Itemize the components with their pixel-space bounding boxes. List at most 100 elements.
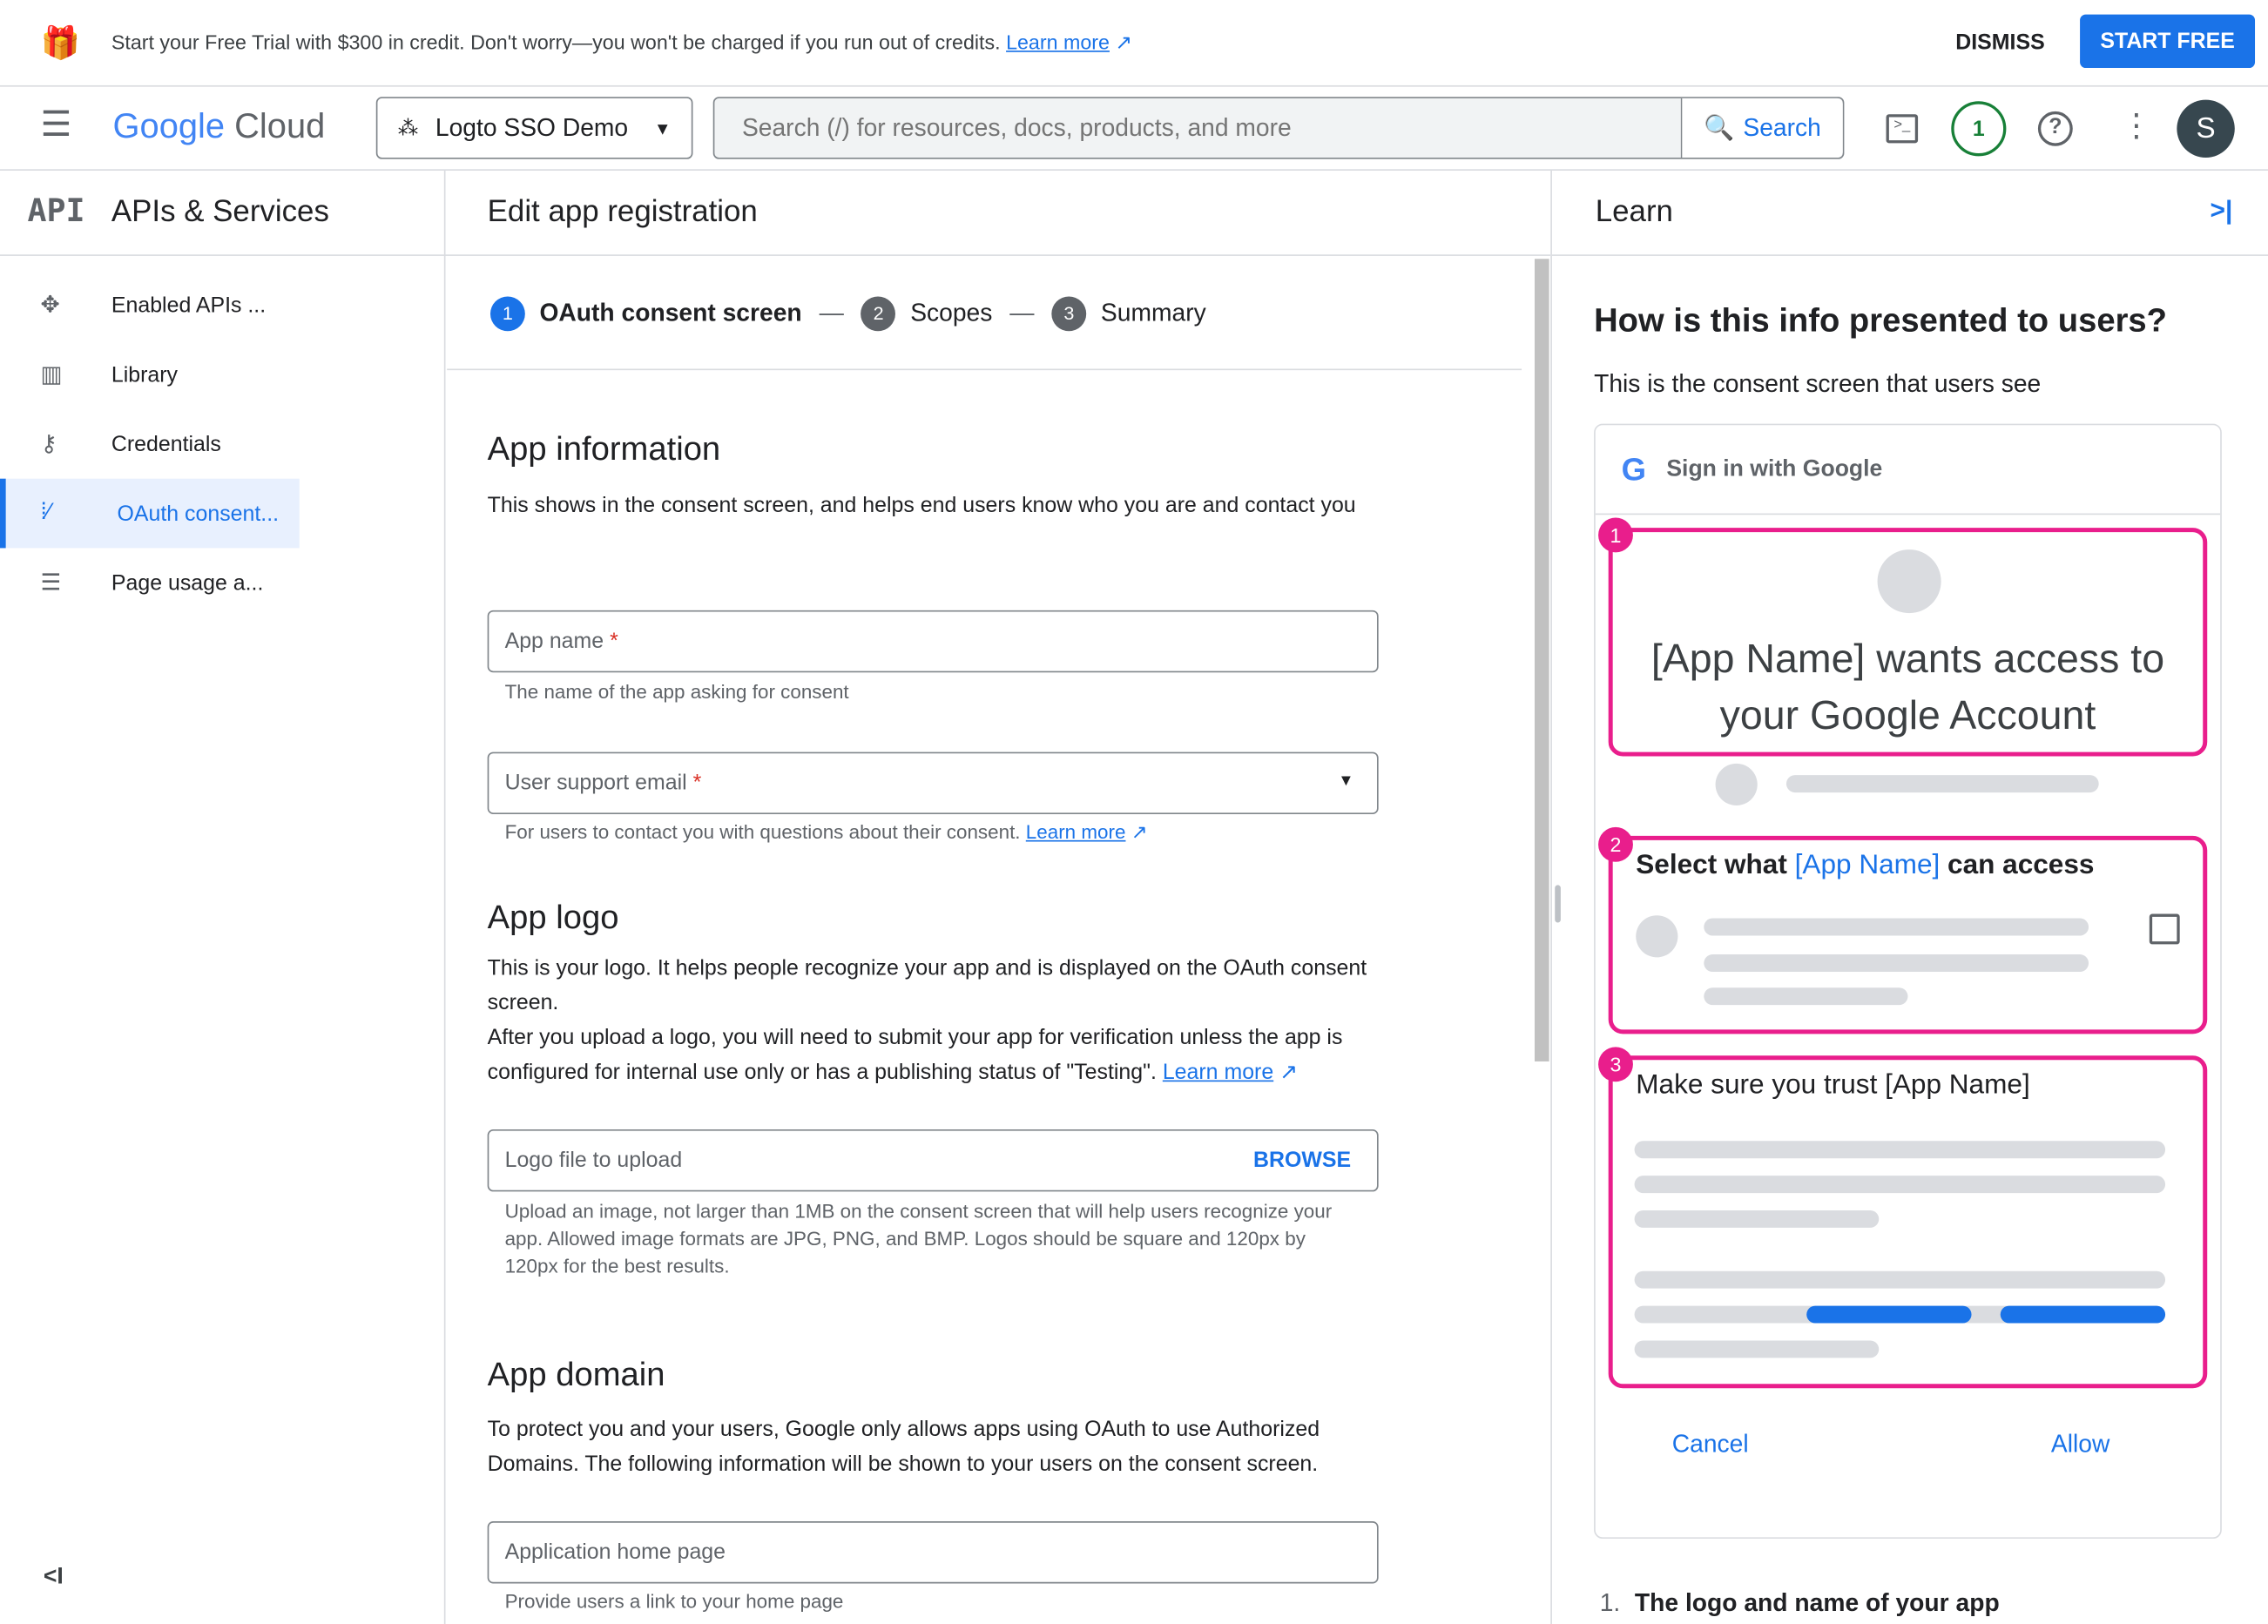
- logo-file-input[interactable]: Logo file to upload BROWSE: [487, 1129, 1379, 1192]
- scope-icon-placeholder: [1636, 915, 1678, 958]
- sidebar-item-oauth-consent[interactable]: ⁞⁄ OAuth consent...: [0, 478, 300, 549]
- placeholder-bar: [1634, 1340, 1880, 1358]
- sidebar-item-page-usage[interactable]: ☰ Page usage a...: [0, 548, 300, 617]
- start-free-button[interactable]: START FREE: [2080, 14, 2256, 69]
- sidebar-item-label: Library: [111, 362, 179, 387]
- app-domain-heading: App domain: [487, 1355, 665, 1393]
- app-domain-description: To protect you and your users, Google on…: [487, 1417, 1320, 1477]
- learn-list-item-1: 1. The logo and name of your app: [1600, 1589, 2000, 1618]
- help-icon[interactable]: ?: [2037, 111, 2073, 146]
- list-text: The logo and name of your app: [1634, 1589, 2000, 1617]
- placeholder-bar: [1704, 918, 2089, 936]
- sidebar-item-credentials[interactable]: ⚷ Credentials: [0, 409, 300, 479]
- search-icon: 🔍: [1704, 113, 1735, 141]
- project-name: Logto SSO Demo: [435, 113, 629, 141]
- external-link-icon: ↗: [1125, 821, 1148, 844]
- sidebar-item-library[interactable]: ▥ Library: [0, 340, 300, 409]
- home-page-hint: Provide users a link to your home page: [504, 1590, 844, 1613]
- avatar[interactable]: S: [2177, 99, 2235, 158]
- required-marker: *: [610, 629, 618, 654]
- preview-box-trust: Make sure you trust [App Name]: [1608, 1055, 2208, 1389]
- app-logo-placeholder: [1877, 549, 1941, 614]
- required-marker: *: [692, 771, 702, 796]
- browse-button[interactable]: BROWSE: [1253, 1149, 1351, 1173]
- search-button[interactable]: 🔍 Search: [1680, 98, 1843, 158]
- app-logo-heading: App logo: [487, 898, 619, 936]
- step-scopes[interactable]: 2 Scopes: [861, 295, 993, 331]
- placeholder-link-bar: [2000, 1305, 2166, 1324]
- dismiss-button[interactable]: DISMISS: [1955, 30, 2044, 55]
- placeholder-bar: [1634, 1270, 2166, 1289]
- step-separator: —: [1009, 298, 1035, 327]
- select-app-name: [App Name]: [1794, 850, 1941, 881]
- email-learn-more-link[interactable]: Learn more: [1026, 821, 1126, 843]
- scope-checkbox: [2149, 913, 2180, 945]
- step-number: 2: [861, 295, 896, 331]
- app-logo-description: This is your logo. It helps people recog…: [488, 952, 1385, 1090]
- app-information-heading: App information: [487, 429, 721, 468]
- notifications-badge[interactable]: 1: [1951, 101, 2007, 157]
- sidebar-item-label: OAuth consent...: [117, 501, 280, 526]
- app-name-input[interactable]: App name *: [487, 610, 1379, 673]
- placeholder-bar: [1704, 954, 2089, 972]
- api-product-icon: API: [27, 193, 85, 231]
- enabled-apis-icon: ✥: [40, 293, 60, 319]
- preview-allow-button: Allow: [2050, 1430, 2110, 1458]
- trust-text: Make sure you trust [App Name]: [1636, 1069, 2030, 1101]
- top-header: ☰ Google Cloud ⁂Logto SSO Demo▼ 🔍Search …: [0, 87, 2268, 171]
- sidebar-item-label: Page usage a...: [111, 570, 264, 596]
- search-input[interactable]: [714, 98, 1681, 158]
- key-icon: ⚷: [40, 432, 57, 457]
- oauth-consent-icon: ⁞⁄: [40, 500, 51, 525]
- sign-in-text: Sign in with Google: [1666, 455, 1883, 482]
- page-header: Edit app registration: [445, 171, 1551, 256]
- gift-icon: 🎁: [40, 24, 81, 61]
- close-panel-icon[interactable]: >|: [2211, 195, 2233, 226]
- logo-learn-more-link[interactable]: Learn more: [1163, 1060, 1273, 1084]
- app-information-description: This shows in the consent screen, and he…: [487, 493, 1356, 518]
- select-post: can access: [1940, 850, 2095, 881]
- learn-title: Learn: [1595, 195, 1673, 229]
- home-page-input[interactable]: Application home page: [487, 1521, 1379, 1584]
- sidebar-item-label: Credentials: [111, 431, 221, 456]
- page-usage-icon: ☰: [40, 570, 62, 596]
- collapse-sidebar-icon[interactable]: <I: [44, 1565, 64, 1591]
- placeholder-bar: [1785, 775, 2099, 793]
- step-oauth-consent[interactable]: 1 OAuth consent screen: [489, 295, 802, 331]
- banner-learn-more-link[interactable]: Learn more: [1006, 30, 1110, 54]
- app-name-hint: The name of the app asking for consent: [504, 681, 849, 704]
- app-logo-desc1: This is your logo. It helps people recog…: [487, 955, 1367, 1015]
- step-summary[interactable]: 3 Summary: [1051, 295, 1206, 331]
- external-link-icon: ↗: [1273, 1060, 1299, 1085]
- scrollbar-track[interactable]: [1533, 257, 1551, 1624]
- logo-file-label: Logo file to upload: [504, 1148, 683, 1173]
- placeholder-bar: [1634, 1141, 2166, 1159]
- learn-header: Learn >|: [1551, 171, 2268, 256]
- learn-heading: How is this info presented to users?: [1594, 300, 2168, 339]
- preview-box-scopes: Select what [App Name] can access: [1608, 835, 2208, 1034]
- sidebar-item-label: Enabled APIs ...: [111, 293, 267, 318]
- step-label: Summary: [1100, 298, 1206, 327]
- sidebar-header: API APIs & Services: [0, 171, 446, 256]
- preview-badge-3: 3: [1598, 1047, 1633, 1082]
- step-label: OAuth consent screen: [539, 298, 802, 327]
- cloud-shell-icon[interactable]: >_: [1886, 114, 1919, 144]
- trial-banner: 🎁 Start your Free Trial with $300 in cre…: [0, 0, 2268, 87]
- select-pre: Select what: [1636, 850, 1795, 881]
- search-bar: 🔍 Search: [712, 97, 1845, 159]
- sidebar-item-enabled-apis[interactable]: ✥ Enabled APIs ...: [0, 271, 300, 340]
- google-g-icon: G: [1621, 450, 1647, 487]
- google-cloud-logo[interactable]: Google Cloud: [113, 107, 326, 147]
- scrollbar-thumb[interactable]: [1535, 259, 1549, 1061]
- project-picker[interactable]: ⁂ Logto SSO Demo ▼: [375, 97, 693, 159]
- user-support-email-select[interactable]: User support email * ▼: [487, 751, 1379, 814]
- step-number: 3: [1051, 295, 1087, 331]
- step-label: Scopes: [910, 298, 993, 327]
- placeholder-bar: [1634, 1210, 1880, 1228]
- step-separator: —: [819, 298, 844, 327]
- more-vert-icon[interactable]: ⋮: [2121, 107, 2153, 145]
- sidebar: API APIs & Services ✥ Enabled APIs ... ▥ L…: [0, 170, 446, 1624]
- hamburger-menu-icon[interactable]: ☰: [40, 104, 71, 146]
- learn-subheading: This is the consent screen that users se…: [1594, 370, 2042, 398]
- stepper: 1 OAuth consent screen — 2 Scopes — 3 Summa…: [447, 258, 1522, 371]
